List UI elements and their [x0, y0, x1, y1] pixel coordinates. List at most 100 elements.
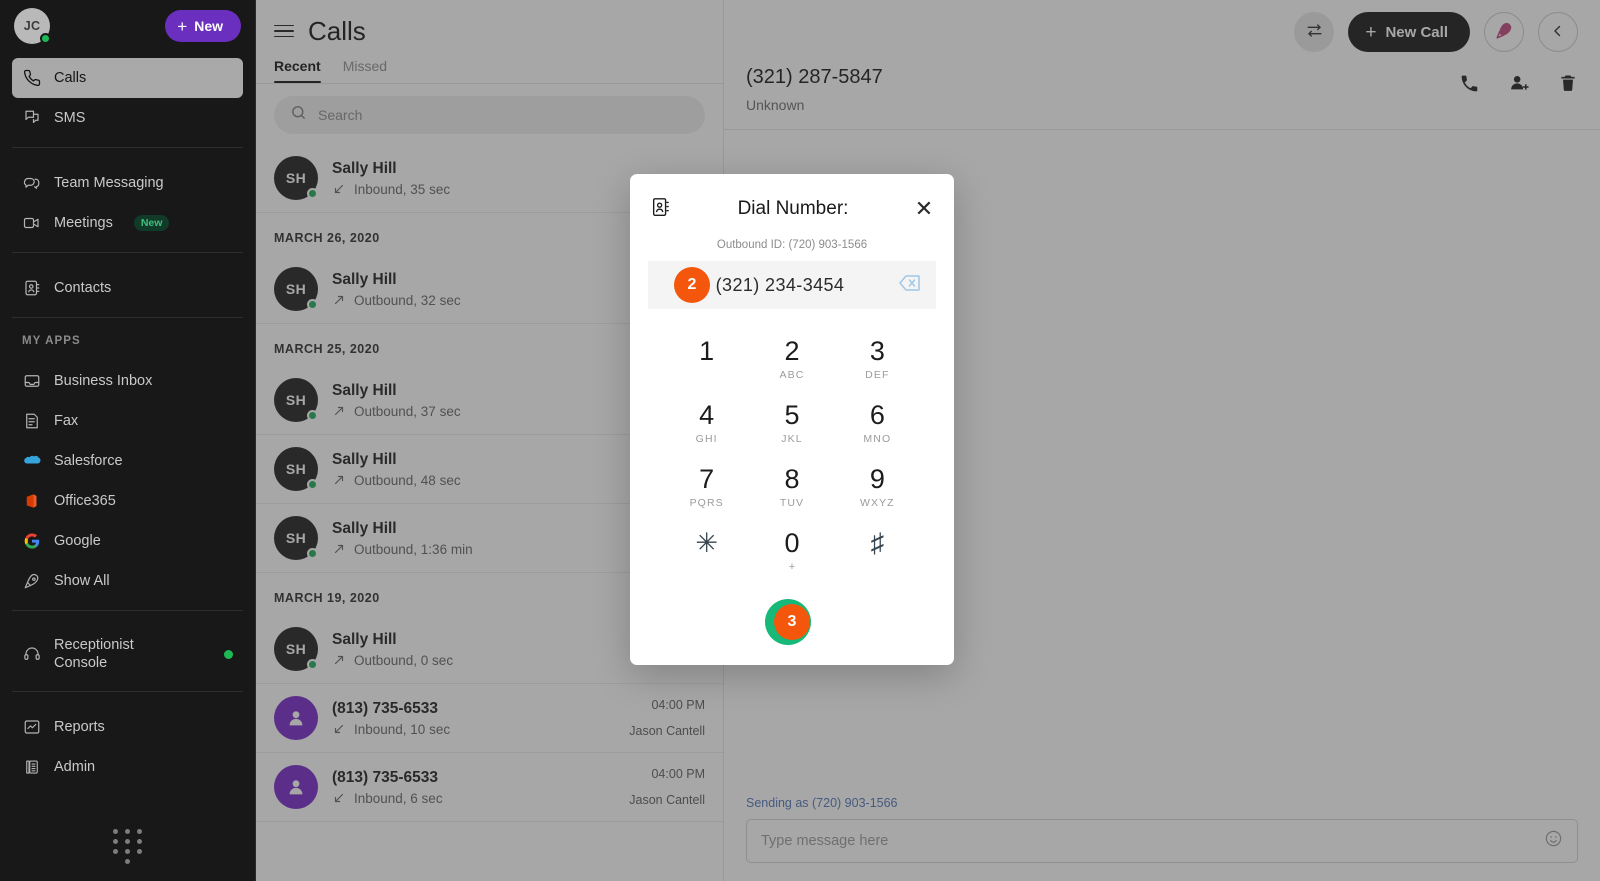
sidebar-item-business-inbox[interactable]: Business Inbox	[12, 361, 243, 401]
key-digit: 5	[784, 400, 800, 431]
key-0[interactable]: 0 +	[749, 523, 834, 581]
divider	[12, 252, 243, 253]
sidebar-item-sms[interactable]: SMS	[12, 98, 243, 138]
key-digit: ✳	[695, 528, 718, 559]
key-hash[interactable]: ♯	[835, 523, 920, 581]
message-box[interactable]	[746, 819, 1578, 863]
caller-name: (813) 735-6533	[332, 768, 438, 786]
key-digit: 2	[784, 336, 800, 366]
presence-indicator	[307, 188, 318, 199]
sidebar-item-label: Show All	[54, 573, 110, 589]
key-2[interactable]: 2 ABC	[749, 331, 834, 389]
new-call-label: New Call	[1385, 23, 1448, 41]
modal-title: Dial Number:	[737, 198, 849, 219]
caller-name: (813) 735-6533	[332, 699, 438, 717]
contact-book-icon[interactable]	[650, 196, 672, 223]
search-input[interactable]	[318, 107, 689, 123]
toolbar-actions: + New Call	[1294, 12, 1578, 52]
arrow-outbound-icon	[332, 653, 346, 667]
sidebar-item-calls[interactable]: Calls	[12, 58, 243, 98]
key-star[interactable]: ✳	[664, 523, 749, 581]
avatar	[274, 765, 318, 809]
key-7[interactable]: 7 PQRS	[664, 459, 749, 517]
add-contact-button[interactable]	[1508, 72, 1530, 99]
avatar: SH	[274, 447, 318, 491]
call-contact-button[interactable]	[1459, 73, 1480, 99]
sidebar-item-label: Calls	[54, 70, 87, 86]
delete-button[interactable]	[1558, 73, 1578, 98]
key-1[interactable]: 1	[664, 331, 749, 389]
table-row[interactable]: (813) 735-6533 Inbound, 6 sec 04:00 PM J…	[256, 753, 723, 822]
transfer-button[interactable]	[1294, 12, 1335, 52]
call-action-row: 3	[630, 599, 954, 646]
key-digit: 6	[869, 400, 885, 431]
sidebar-item-salesforce[interactable]: Salesforce	[12, 441, 243, 481]
table-row[interactable]: (813) 735-6533 Inbound, 10 sec 04:00 PM …	[256, 684, 723, 753]
hamburger-icon[interactable]	[274, 24, 294, 38]
sidebar-item-reports[interactable]: Reports	[12, 707, 243, 747]
keypad: 1 2 ABC 3 DEF 4 GHI 5 JKL 6 MNO 7 PQRS 8…	[664, 331, 920, 581]
plus-icon: +	[1365, 21, 1377, 43]
avatar[interactable]: JC	[14, 8, 51, 44]
avatar: SH	[274, 267, 318, 311]
key-6[interactable]: 6 MNO	[835, 395, 920, 453]
sidebar-item-label: Office365	[54, 493, 116, 509]
sidebar-nav: Calls SMS	[0, 52, 255, 138]
person-icon	[274, 696, 318, 740]
key-letters: ABC	[779, 369, 805, 382]
key-digit: 3	[869, 336, 885, 366]
search-icon	[290, 104, 307, 126]
sidebar-item-admin[interactable]: Admin	[12, 747, 243, 787]
arrow-inbound-icon	[332, 791, 346, 805]
tab-missed[interactable]: Missed	[343, 58, 387, 83]
modal-header: Dial Number: ✕	[630, 192, 954, 226]
transfer-icon	[1305, 21, 1324, 43]
rocket-button[interactable]	[1484, 12, 1524, 52]
sms-icon	[22, 109, 41, 128]
sending-as-label: Sending as (720) 903-1566	[746, 796, 898, 810]
video-icon	[22, 214, 41, 233]
key-9[interactable]: 9 WXYZ	[835, 459, 920, 517]
message-input[interactable]	[761, 833, 1544, 849]
call-detail: Outbound, 48 sec	[354, 472, 461, 488]
sidebar-item-label: Meetings	[54, 215, 113, 231]
sidebar-item-show-all[interactable]: Show All	[12, 561, 243, 601]
sidebar-item-team-messaging[interactable]: Team Messaging	[12, 163, 243, 203]
presence-indicator	[307, 479, 318, 490]
emoji-icon[interactable]	[1544, 829, 1563, 853]
sidebar-item-receptionist-console[interactable]: Receptionist Console	[12, 626, 243, 682]
close-icon[interactable]: ✕	[914, 198, 934, 220]
key-8[interactable]: 8 TUV	[749, 459, 834, 517]
key-digit: 8	[784, 464, 800, 495]
presence-indicator	[307, 659, 318, 670]
step-badge-2: 2	[674, 267, 710, 303]
sidebar-item-meetings[interactable]: Meetings New	[12, 203, 243, 243]
tabs: Recent Missed	[274, 58, 705, 83]
sidebar-item-office365[interactable]: Office365	[12, 481, 243, 521]
dialpad-button[interactable]	[0, 811, 255, 881]
message-composer: Sending as (720) 903-1566	[724, 796, 1600, 881]
collapse-panel-button[interactable]	[1538, 12, 1578, 52]
new-button[interactable]: + New	[165, 10, 241, 42]
dial-number-modal: Dial Number: ✕ Outbound ID: (720) 903-15…	[630, 174, 954, 666]
rocket-icon	[1494, 21, 1514, 44]
salesforce-icon	[22, 452, 41, 471]
key-letters: GHI	[695, 433, 718, 446]
dial-input-field[interactable]: 2 (321) 234-3454	[648, 261, 936, 309]
key-4[interactable]: 4 GHI	[664, 395, 749, 453]
sidebar-item-label: Business Inbox	[54, 373, 153, 389]
sidebar-item-contacts[interactable]: Contacts	[12, 268, 243, 308]
key-3[interactable]: 3 DEF	[835, 331, 920, 389]
call-detail: Outbound, 1:36 min	[354, 541, 473, 557]
sidebar-item-fax[interactable]: Fax	[12, 401, 243, 441]
call-detail: Inbound, 10 sec	[354, 721, 451, 737]
backspace-icon[interactable]	[898, 273, 922, 298]
new-call-button[interactable]: + New Call	[1348, 12, 1470, 52]
sidebar-item-google[interactable]: Google	[12, 521, 243, 561]
key-digit: 9	[869, 464, 885, 495]
search-box[interactable]	[274, 96, 705, 134]
tab-recent[interactable]: Recent	[274, 58, 321, 83]
key-5[interactable]: 5 JKL	[749, 395, 834, 453]
key-letters	[664, 369, 749, 382]
